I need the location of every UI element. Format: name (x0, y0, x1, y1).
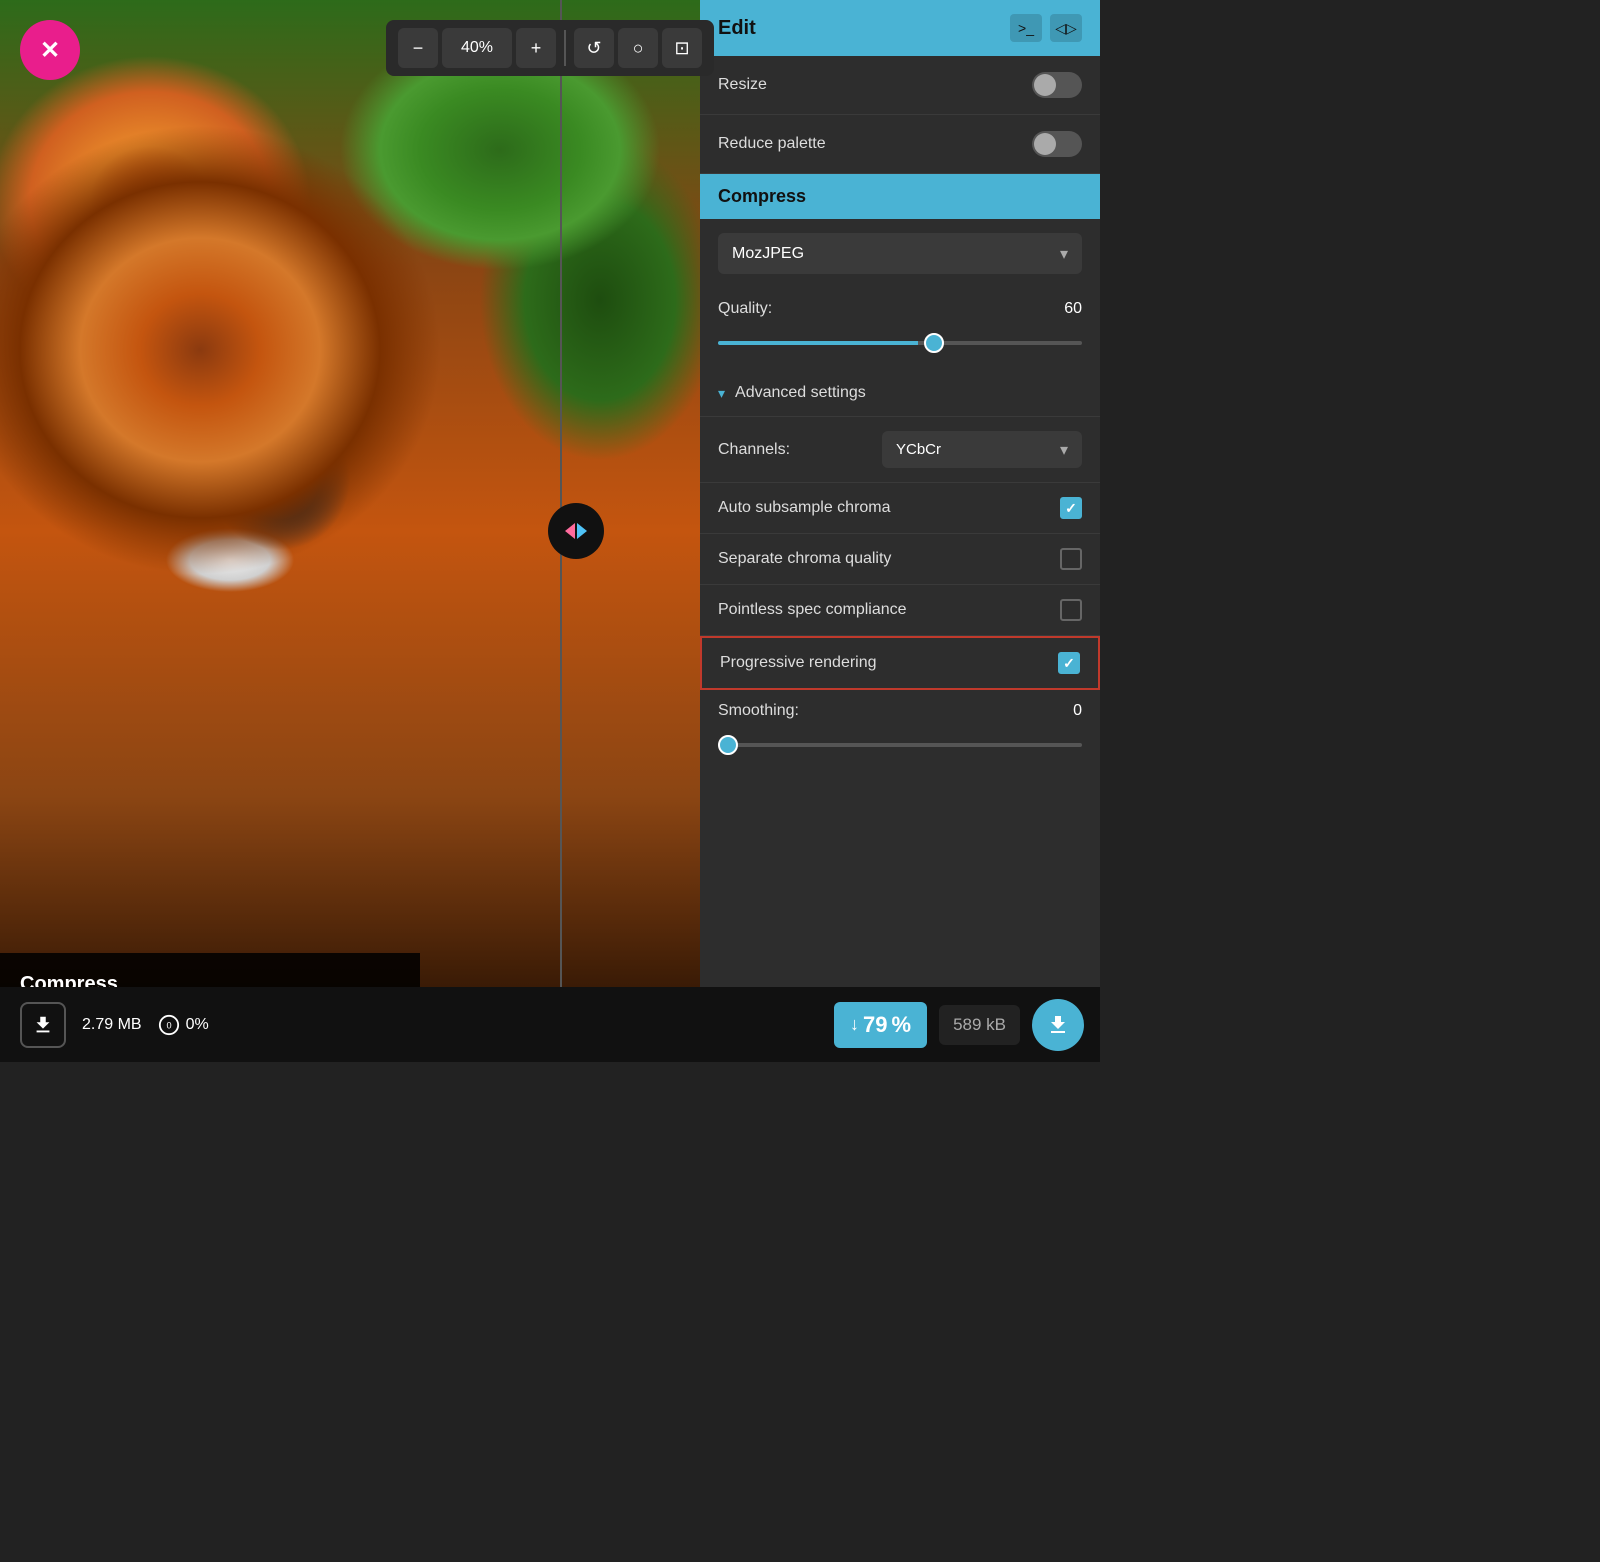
compression-indicator: 0 0% (158, 1014, 209, 1036)
auto-subsample-label: Auto subsample chroma (718, 499, 891, 517)
pointless-spec-checkbox[interactable] (1060, 599, 1082, 621)
smoothing-slider[interactable] (718, 743, 1082, 747)
advanced-chevron-icon: ▾ (718, 385, 725, 402)
reduce-palette-label: Reduce palette (718, 135, 826, 153)
compression-reduction: 79 (863, 1012, 887, 1038)
rotate-button[interactable]: ↺ (574, 28, 614, 68)
quality-row: Quality: 60 (700, 288, 1100, 370)
smoothing-header: Smoothing: 0 (718, 702, 1082, 720)
resize-toggle-knob (1034, 74, 1056, 96)
download-button[interactable] (1032, 999, 1084, 1051)
compress-icon: 0 (158, 1014, 180, 1036)
codec-dropdown-wrapper[interactable]: MozJPEG WebP AVIF OxiPNG (718, 233, 1082, 274)
compress-section-header: Compress (700, 174, 1100, 219)
advanced-settings-label: Advanced settings (735, 384, 866, 402)
smoothing-slider-container[interactable] (718, 730, 1082, 766)
crop-button[interactable]: ⊡ (662, 28, 702, 68)
output-size: 589 kB (953, 1015, 1006, 1034)
quality-value: 60 (1064, 300, 1082, 318)
pointless-spec-label: Pointless spec compliance (718, 601, 907, 619)
compression-badge: ↓ 79 % (834, 1002, 927, 1048)
top-toolbar: − 40 % + ↺ ○ ⊡ (386, 20, 714, 76)
svg-text:0: 0 (166, 1020, 171, 1030)
quality-slider[interactable] (718, 341, 1082, 345)
resize-toggle[interactable] (1032, 72, 1082, 98)
pointless-spec-row: Pointless spec compliance (700, 585, 1100, 636)
zoom-value: 40 (461, 39, 479, 57)
codec-dropdown-row[interactable]: MozJPEG WebP AVIF OxiPNG (700, 219, 1100, 288)
auto-subsample-row: Auto subsample chroma (700, 483, 1100, 534)
right-panel: Edit >_ ◁▷ Resize Reduce palette Compres… (700, 0, 1100, 1062)
edit-title: Edit (718, 17, 756, 40)
quality-header: Quality: 60 (718, 300, 1082, 318)
edit-header: Edit >_ ◁▷ (700, 0, 1100, 56)
smoothing-row: Smoothing: 0 (700, 690, 1100, 772)
resize-label: Resize (718, 76, 767, 94)
down-arrow-icon: ↓ (850, 1014, 859, 1035)
download-icon (1046, 1013, 1070, 1037)
original-file-size: 2.79 MB (82, 1016, 142, 1034)
channels-label: Channels: (718, 441, 790, 459)
arrows-button[interactable]: ◁▷ (1050, 14, 1082, 42)
channels-dropdown-wrapper[interactable]: YCbCr RGB Grayscale (882, 431, 1082, 468)
terminal-button[interactable]: >_ (1010, 14, 1042, 42)
reduce-palette-toggle-knob (1034, 133, 1056, 155)
channels-row: Channels: YCbCr RGB Grayscale (700, 417, 1100, 483)
smoothing-label: Smoothing: (718, 702, 799, 720)
circle-button[interactable]: ○ (618, 28, 658, 68)
toolbar-separator (564, 30, 566, 66)
splitter-handle[interactable] (548, 503, 604, 559)
compression-unit: % (892, 1012, 912, 1038)
separate-chroma-label: Separate chroma quality (718, 550, 891, 568)
separate-chroma-row: Separate chroma quality (700, 534, 1100, 585)
quality-slider-container[interactable] (718, 328, 1082, 364)
edit-header-icons: >_ ◁▷ (1010, 14, 1082, 42)
output-size-badge: 589 kB (939, 1005, 1020, 1045)
zoom-display: 40 % (442, 28, 512, 68)
separate-chroma-checkbox[interactable] (1060, 548, 1082, 570)
close-button[interactable]: ✕ (20, 20, 80, 80)
quality-label: Quality: (718, 300, 772, 318)
progressive-checkbox[interactable] (1058, 652, 1080, 674)
advanced-settings-toggle[interactable]: ▾ Advanced settings (700, 370, 1100, 417)
zoom-unit: % (479, 39, 493, 57)
auto-subsample-checkbox[interactable] (1060, 497, 1082, 519)
zoom-out-button[interactable]: − (398, 28, 438, 68)
save-left-button[interactable] (20, 1002, 66, 1048)
reduce-palette-toggle[interactable] (1032, 131, 1082, 157)
resize-row: Resize (700, 56, 1100, 115)
compress-section-title: Compress (718, 186, 806, 206)
bottom-bar-left: 2.79 MB 0 0% (0, 987, 700, 1062)
bottom-right-bar: ↓ 79 % 589 kB (700, 987, 1100, 1062)
compression-percent-left: 0% (186, 1016, 209, 1034)
save-icon (32, 1014, 54, 1036)
arrow-left-icon (565, 523, 575, 539)
progressive-rendering-row: Progressive rendering (700, 636, 1100, 690)
codec-select[interactable]: MozJPEG WebP AVIF OxiPNG (718, 233, 1082, 274)
zoom-in-button[interactable]: + (516, 28, 556, 68)
progressive-label: Progressive rendering (720, 654, 877, 672)
smoothing-value: 0 (1073, 702, 1082, 720)
reduce-palette-row: Reduce palette (700, 115, 1100, 174)
arrow-right-icon (577, 523, 587, 539)
channels-select[interactable]: YCbCr RGB Grayscale (882, 431, 1082, 468)
